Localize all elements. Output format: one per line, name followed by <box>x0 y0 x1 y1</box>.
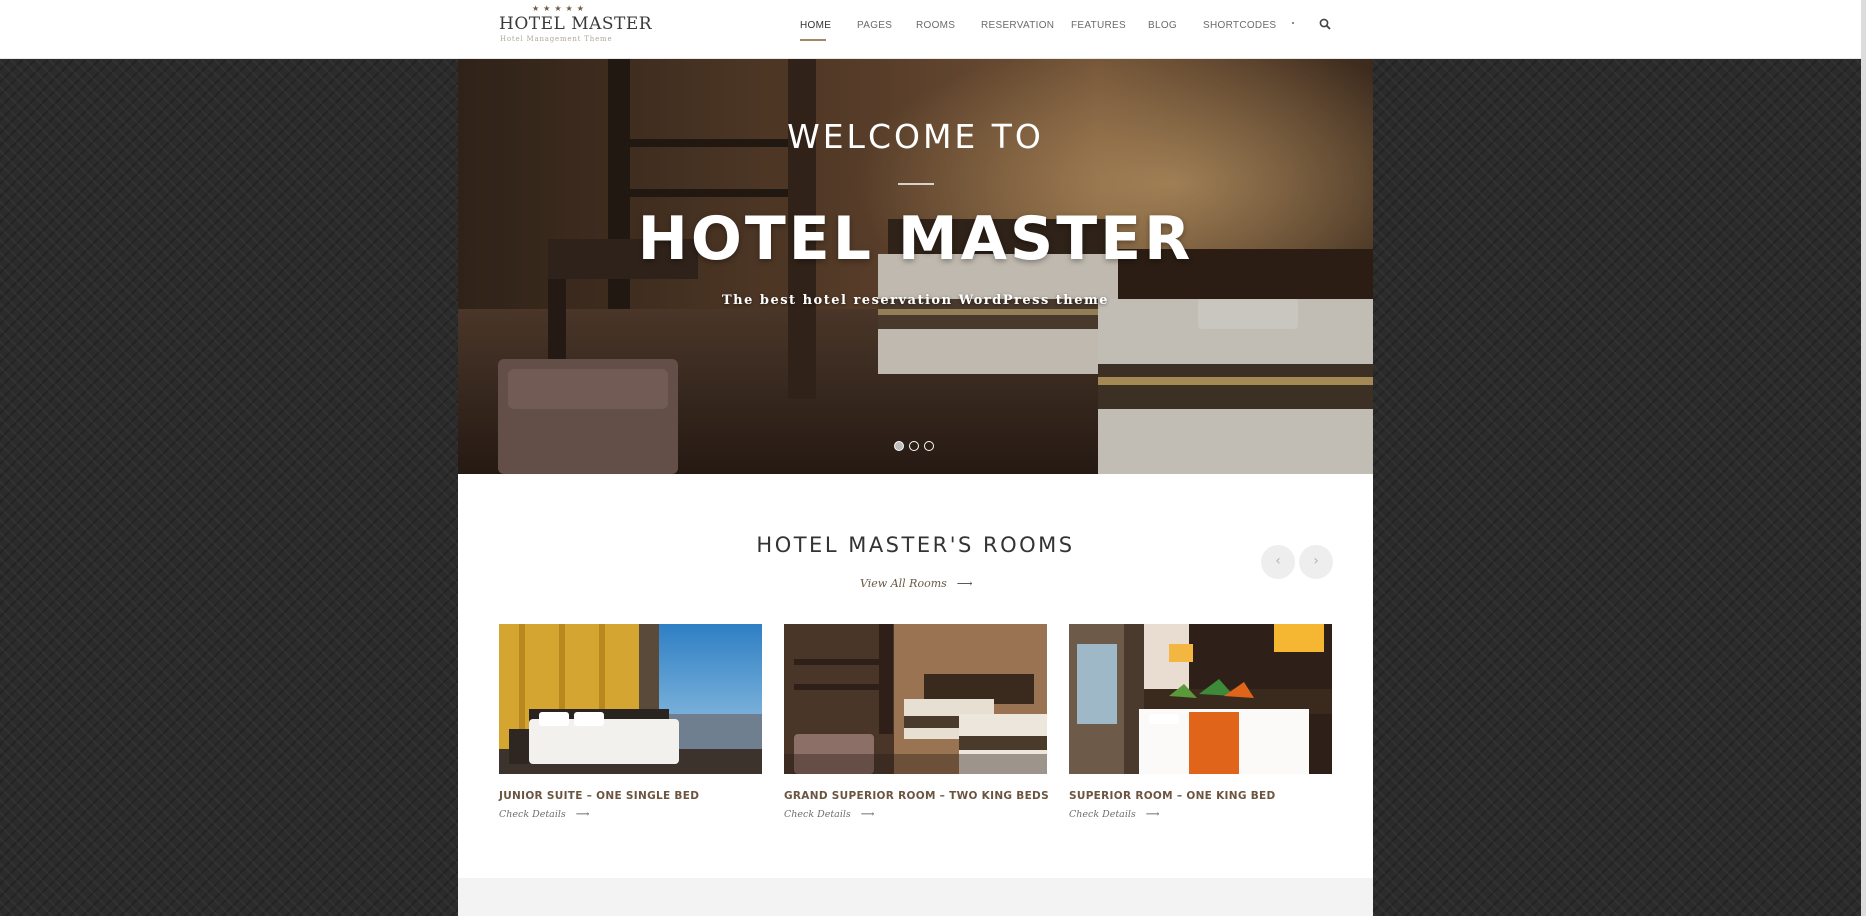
arrow-right-icon: ⟶ <box>860 809 875 820</box>
next-section-band <box>458 878 1373 916</box>
room-title[interactable]: SUPERIOR ROOM – ONE KING BED <box>1069 790 1276 802</box>
hero-subtitle: The best hotel reservation WordPress the… <box>721 293 1110 308</box>
search-icon[interactable] <box>1319 18 1331 30</box>
check-details-link[interactable]: Check Details ⟶ <box>1069 809 1159 820</box>
nav-blog[interactable]: BLOG <box>1148 20 1177 31</box>
chevron-left-icon: ‹ <box>1275 553 1281 569</box>
logo-stars: ★★★★★ <box>532 4 588 13</box>
arrow-right-icon: ⟶ <box>956 577 973 590</box>
check-details-link[interactable]: Check Details ⟶ <box>499 809 589 820</box>
check-details-label: Check Details <box>499 809 566 820</box>
hero-title: HOTEL MASTER <box>637 204 1194 274</box>
main-nav: HOME PAGES ROOMS RESERVATION FEATURES BL… <box>0 20 1866 40</box>
chevron-right-icon: › <box>1313 553 1319 569</box>
carousel-next-button[interactable]: › <box>1299 545 1333 579</box>
nav-rooms[interactable]: ROOMS <box>916 20 955 31</box>
view-all-label: View All Rooms <box>860 577 947 590</box>
room-title[interactable]: JUNIOR SUITE – ONE SINGLE BED <box>499 790 699 802</box>
nav-shortcodes[interactable]: SHORTCODES <box>1203 20 1276 31</box>
slider-dot-1[interactable] <box>894 441 904 451</box>
room-card: SUPERIOR ROOM – ONE KING BED Check Detai… <box>1069 624 1332 820</box>
nav-home[interactable]: HOME <box>800 20 831 31</box>
arrow-right-icon: ⟶ <box>575 809 590 820</box>
room-title[interactable]: GRAND SUPERIOR ROOM – TWO KING BEDS <box>784 790 1049 802</box>
page-scrollbar[interactable] <box>1861 0 1866 916</box>
nav-active-indicator <box>800 39 826 41</box>
hero-pre-title: WELCOME TO <box>787 117 1044 156</box>
room-image[interactable] <box>784 624 1047 774</box>
slider-dot-2[interactable] <box>909 441 919 451</box>
main-content: WELCOME TO HOTEL MASTER The best hotel r… <box>458 59 1373 916</box>
nav-reservation[interactable]: RESERVATION <box>981 20 1054 31</box>
room-card: GRAND SUPERIOR ROOM – TWO KING BEDS Chec… <box>784 624 1049 820</box>
site-header: ★★★★★ HOTEL MASTER Hotel Management Them… <box>0 0 1866 59</box>
nav-separator-dot <box>1292 22 1294 24</box>
arrow-right-icon: ⟶ <box>1145 809 1160 820</box>
nav-features[interactable]: FEATURES <box>1071 20 1126 31</box>
slider-dot-3[interactable] <box>924 441 934 451</box>
hero-slider: WELCOME TO HOTEL MASTER The best hotel r… <box>458 59 1373 474</box>
room-image[interactable] <box>499 624 762 774</box>
room-image[interactable] <box>1069 624 1332 774</box>
rooms-section-title: HOTEL MASTER'S ROOMS <box>756 533 1075 557</box>
nav-pages[interactable]: PAGES <box>857 20 892 31</box>
room-card: JUNIOR SUITE – ONE SINGLE BED Check Deta… <box>499 624 762 820</box>
check-details-link[interactable]: Check Details ⟶ <box>784 809 874 820</box>
check-details-label: Check Details <box>784 809 851 820</box>
carousel-prev-button[interactable]: ‹ <box>1261 545 1295 579</box>
check-details-label: Check Details <box>1069 809 1136 820</box>
hero-divider <box>898 183 934 185</box>
view-all-rooms-link[interactable]: View All Rooms ⟶ <box>860 577 973 590</box>
